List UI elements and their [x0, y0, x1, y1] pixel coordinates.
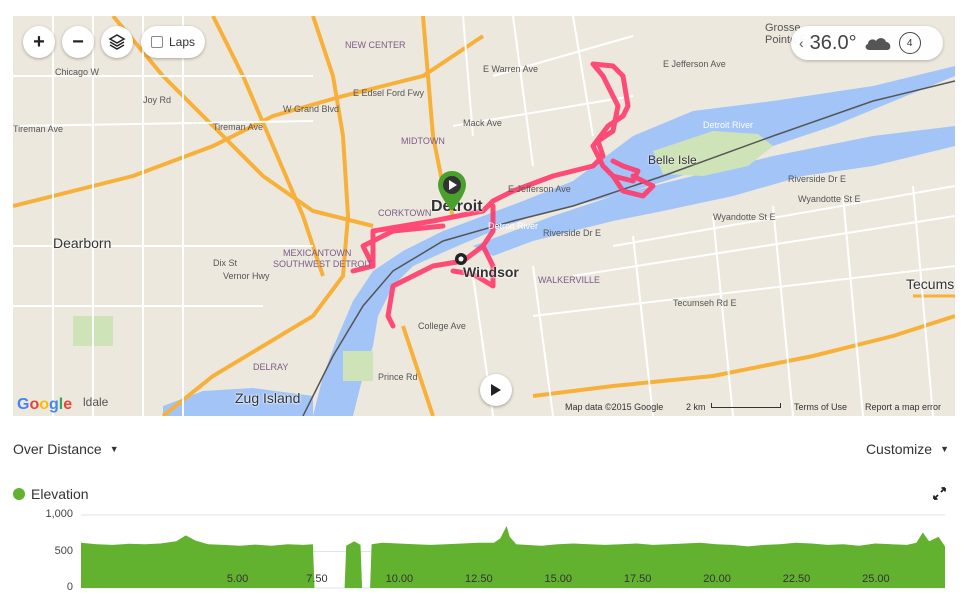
x-tick-label: 10.00	[385, 573, 414, 585]
y-tick-label: 1,000	[45, 508, 73, 520]
start-pin-icon[interactable]	[438, 171, 466, 211]
x-tick-label: 15.00	[544, 573, 572, 585]
street-label: Prince Rd	[378, 372, 418, 382]
zoom-out-button[interactable]: −	[62, 26, 94, 58]
place-label: WALKERVILLE	[538, 275, 601, 285]
temperature-value: 36.0°	[809, 31, 857, 54]
cloud-icon	[865, 38, 890, 50]
river-label: Detroit River	[703, 120, 754, 130]
place-label: ldale	[83, 395, 109, 409]
caret-down-icon: ▼	[940, 444, 949, 454]
layers-icon	[108, 34, 126, 50]
google-logo: Google	[17, 396, 73, 413]
zoom-in-button[interactable]: +	[23, 26, 55, 58]
x-tick-label: 17.50	[623, 573, 652, 585]
city-label-belle-isle: Belle Isle	[648, 153, 697, 167]
place-label: CORKTOWN	[378, 208, 432, 218]
street-label: Dix St	[213, 258, 238, 268]
report-error-link[interactable]: Report a map error	[865, 402, 941, 412]
place-label: DELRAY	[253, 362, 289, 372]
view-selector-dropdown[interactable]: Over Distance ▼	[13, 441, 119, 457]
place-label: MIDTOWN	[401, 136, 445, 146]
elevation-area	[81, 526, 945, 588]
street-label: College Ave	[418, 321, 466, 331]
street-label: E Jefferson Ave	[663, 59, 726, 69]
y-tick-label: 500	[54, 544, 73, 557]
expand-icon[interactable]	[933, 487, 946, 500]
city-label-dearborn: Dearborn	[53, 235, 112, 251]
legend-dot	[13, 488, 25, 500]
map-data-attribution: Map data ©2015 Google	[565, 402, 664, 412]
play-route-button[interactable]	[480, 374, 512, 406]
caret-down-icon: ▼	[109, 444, 119, 454]
street-label: W Grand Blvd	[283, 104, 340, 114]
customize-label: Customize	[865, 441, 933, 457]
layers-button[interactable]	[101, 26, 133, 58]
street-label: Tecumseh Rd E	[673, 298, 737, 308]
laps-toggle[interactable]: Laps	[141, 26, 206, 58]
laps-label: Laps	[169, 35, 196, 49]
city-label-windsor: Windsor	[463, 264, 519, 280]
wind-indicator: 4	[898, 32, 921, 54]
city-label-tecumseh: Tecumseh	[906, 276, 955, 292]
x-tick-label: 20.00	[703, 573, 731, 585]
street-label: Tireman Ave	[13, 124, 64, 134]
x-tick-label: 5.00	[226, 573, 249, 585]
street-label: Riverside Dr E	[788, 174, 847, 184]
x-tick-label: 12.50	[465, 573, 493, 585]
scale-label: 2 km	[686, 402, 706, 412]
route-map[interactable]: Chicago W Joy Rd Tireman Ave Tireman Ave…	[13, 16, 955, 416]
chevron-left-icon[interactable]: ‹	[799, 35, 804, 51]
x-tick-label: 22.50	[782, 573, 811, 585]
street-label: Chicago W	[55, 67, 100, 77]
street-label: Riverside Dr E	[543, 228, 602, 238]
laps-checkbox[interactable]	[151, 36, 163, 48]
view-selector-label: Over Distance	[13, 441, 102, 457]
map-tiles	[13, 16, 955, 416]
place-label: NEW CENTER	[345, 40, 406, 50]
play-icon	[491, 384, 501, 396]
scale-bar	[711, 403, 781, 408]
street-label: E Warren Ave	[483, 64, 539, 74]
elevation-chart[interactable]: 1,000 500 0 5.00 7.50 10.00 12.50 15.00 17.50 20…	[0, 506, 964, 604]
y-tick-label: 0	[66, 581, 73, 593]
river-label: Detroit River	[488, 221, 539, 231]
street-label: E Jefferson Ave	[508, 184, 571, 194]
street-label: Wyandotte St E	[798, 194, 861, 204]
terms-link[interactable]: Terms of Use	[794, 402, 847, 412]
legend-label: Elevation	[31, 486, 89, 502]
x-tick-label: 7.50	[306, 573, 328, 585]
end-marker-icon[interactable]	[454, 252, 468, 266]
street-label: Joy Rd	[143, 95, 172, 105]
place-label: SOUTHWEST DETROIT	[273, 259, 373, 269]
street-label: Tireman Ave	[213, 122, 264, 132]
customize-dropdown[interactable]: Customize ▼	[866, 441, 949, 457]
chart-header: Over Distance ▼ Customize ▼	[13, 441, 949, 457]
place-label: MEXICANTOWN	[283, 248, 352, 258]
chart-legend[interactable]: Elevation	[13, 486, 89, 502]
elevation-chart-svg	[81, 514, 945, 589]
x-tick-label: 25.00	[862, 573, 890, 585]
activity-map-and-chart: Chicago W Joy Rd Tireman Ave Tireman Ave…	[0, 0, 964, 604]
city-label-zug-island: Zug Island	[235, 390, 301, 406]
street-label: Vernor Hwy	[223, 271, 270, 281]
street-label: Mack Ave	[463, 118, 502, 128]
street-label: Wyandotte St E	[713, 212, 776, 222]
street-label: E Edsel Ford Fwy	[353, 88, 425, 98]
weather-widget[interactable]: ‹ 36.0° 4	[791, 26, 943, 60]
